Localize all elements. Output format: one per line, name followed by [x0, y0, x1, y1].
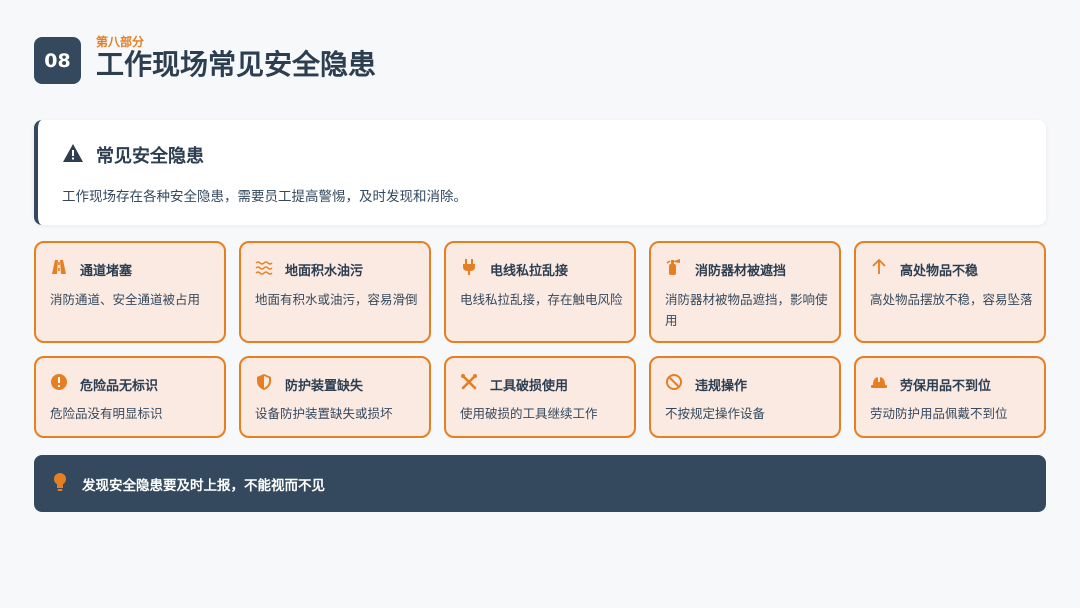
card-title: 违规操作: [695, 378, 748, 394]
card-title: 危险品无标识: [80, 378, 159, 394]
hazard-card: 劳保用品不到位 劳动防护用品佩戴不到位: [854, 356, 1046, 438]
hazard-card: 危险品无标识 危险品没有明显标识: [34, 356, 226, 438]
card-description: 消防器材被物品遮挡，影响使用: [665, 292, 828, 328]
hazard-card: 地面积水油污 地面有积水或油污，容易滑倒: [239, 241, 431, 343]
intro-title: 常见安全隐患: [96, 146, 204, 167]
card-description: 设备防护装置缺失或损坏: [255, 406, 393, 421]
hazard-card: 通道堵塞 消防通道、安全通道被占用: [34, 241, 226, 343]
exclamation-circle-icon: [50, 373, 68, 395]
card-description: 高处物品摆放不稳，容易坠落: [870, 292, 1033, 307]
footer-text: 发现安全隐患要及时上报，不能视而不见: [82, 477, 325, 494]
card-title: 消防器材被遮挡: [695, 263, 787, 279]
warning-icon: [62, 143, 84, 167]
hazard-card: 工具破损使用 使用破损的工具继续工作: [444, 356, 636, 438]
card-title: 工具破损使用: [490, 378, 569, 394]
plug-icon: [460, 258, 478, 280]
shield-icon: [255, 373, 273, 395]
hard-hat-icon: [870, 373, 888, 395]
card-description: 消防通道、安全通道被占用: [50, 292, 201, 307]
hazard-card: 电线私拉乱接 电线私拉乱接，存在触电风险: [444, 241, 636, 343]
fire-extinguisher-icon: [665, 258, 683, 280]
card-title: 电线私拉乱接: [490, 263, 569, 279]
road-icon: [50, 258, 68, 280]
intro-heading: 常见安全隐患: [62, 142, 204, 168]
page-title: 工作现场常见安全隐患: [96, 48, 377, 81]
arrow-up-icon: [870, 258, 888, 280]
card-description: 劳动防护用品佩戴不到位: [870, 406, 1008, 421]
water-icon: [255, 258, 273, 280]
card-description: 地面有积水或油污，容易滑倒: [255, 292, 418, 307]
intro-panel: 常见安全隐患 工作现场存在各种安全隐患，需要员工提高警惕，及时发现和消除。: [34, 120, 1046, 225]
footer-banner: 发现安全隐患要及时上报，不能视而不见: [34, 455, 1046, 512]
title-block: 第八部分 工作现场常见安全隐患: [96, 36, 376, 81]
ban-icon: [665, 373, 683, 395]
card-title: 劳保用品不到位: [900, 378, 992, 394]
tools-icon: [460, 373, 478, 395]
card-description: 不按规定操作设备: [665, 406, 766, 421]
section-header: 08 第八部分 工作现场常见安全隐患: [34, 36, 376, 84]
hazard-card: 防护装置缺失 设备防护装置缺失或损坏: [239, 356, 431, 438]
card-title: 防护装置缺失: [285, 378, 364, 394]
card-title: 高处物品不稳: [900, 263, 979, 279]
hazard-card: 消防器材被遮挡 消防器材被物品遮挡，影响使用: [649, 241, 841, 343]
lightbulb-icon: [52, 472, 68, 496]
card-description: 使用破损的工具继续工作: [460, 406, 598, 421]
intro-text: 工作现场存在各种安全隐患，需要员工提高警惕，及时发现和消除。: [62, 189, 467, 205]
hazard-card: 高处物品不稳 高处物品摆放不稳，容易坠落: [854, 241, 1046, 343]
hazard-card: 违规操作 不按规定操作设备: [649, 356, 841, 438]
card-title: 通道堵塞: [80, 263, 133, 279]
card-description: 危险品没有明显标识: [50, 406, 163, 421]
card-title: 地面积水油污: [285, 263, 364, 279]
card-description: 电线私拉乱接，存在触电风险: [460, 292, 623, 307]
section-number-badge: 08: [34, 37, 81, 84]
